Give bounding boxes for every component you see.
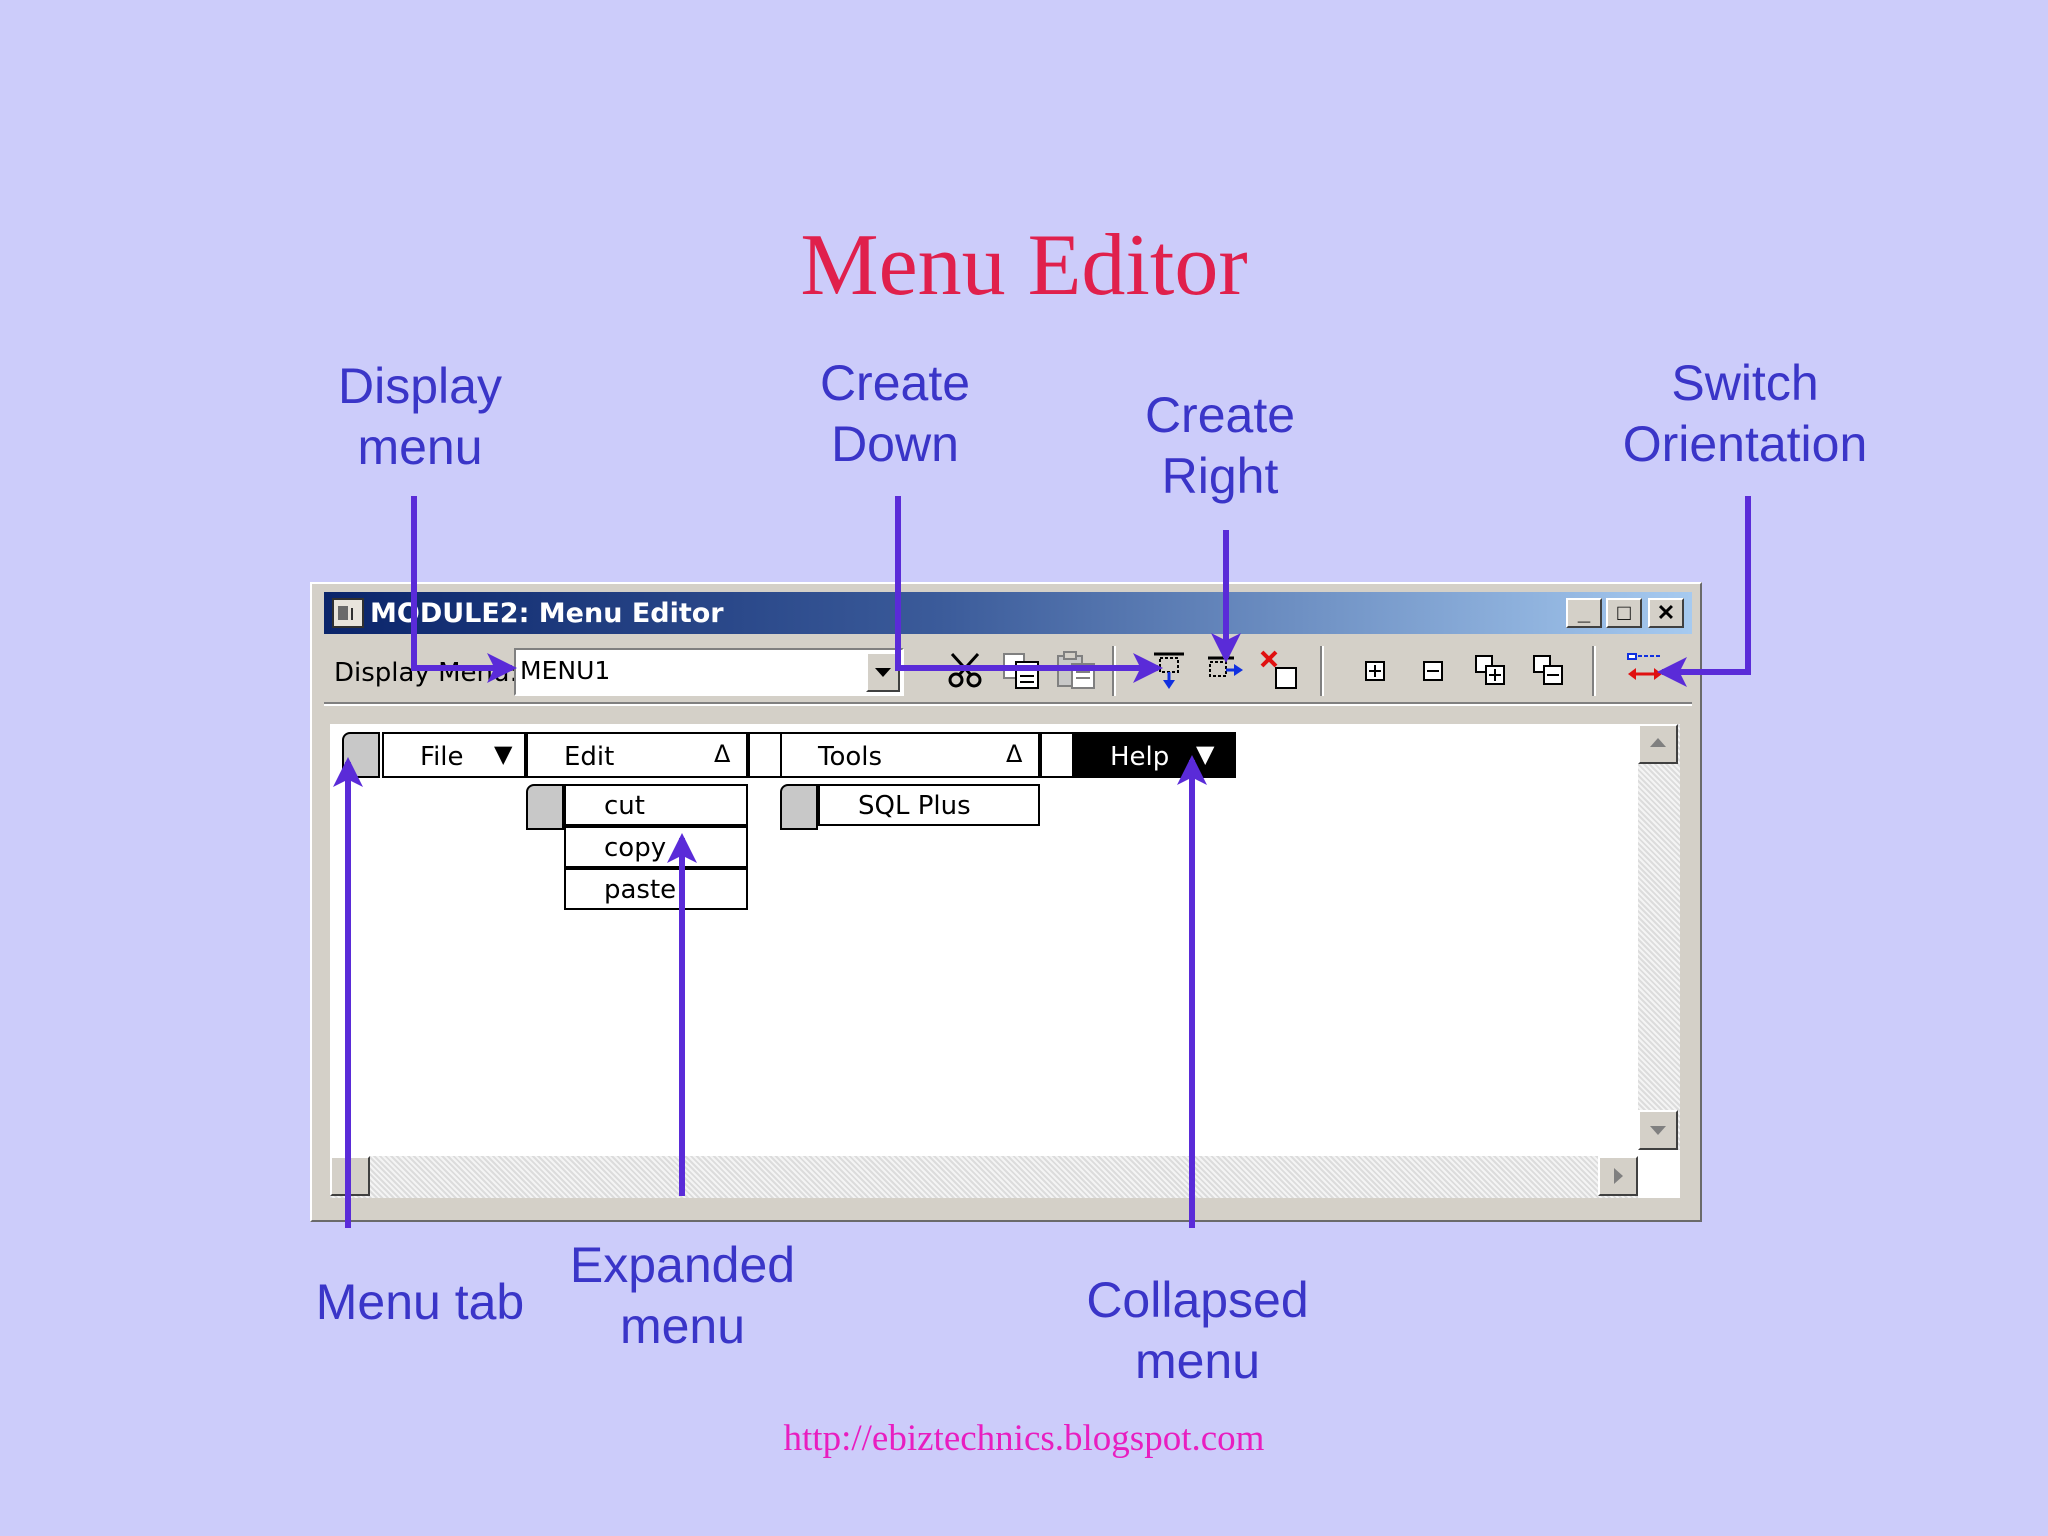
scroll-right-button[interactable]	[1598, 1156, 1638, 1196]
submenu-item-sql-plus[interactable]: SQL Plus	[818, 784, 1040, 826]
menu-item-help[interactable]: Help ▼	[1072, 732, 1236, 778]
vertical-scrollbar[interactable]	[1638, 724, 1680, 1150]
switch-orientation-icon[interactable]	[1624, 648, 1668, 692]
slide-title: Menu Editor	[800, 217, 1248, 314]
callout-menu-tab: Menu tab	[315, 1274, 525, 1330]
menu-item-spacer	[748, 732, 782, 778]
scroll-left-button[interactable]	[330, 1156, 370, 1196]
scroll-up-button[interactable]	[1638, 724, 1678, 764]
close-button[interactable]: ✕	[1648, 598, 1684, 628]
submenu-item-copy[interactable]: copy	[564, 826, 748, 868]
horizontal-scrollbar[interactable]	[330, 1156, 1638, 1198]
submenu-tab-edit[interactable]	[526, 784, 564, 830]
menu-item-tools[interactable]: Tools Δ	[780, 732, 1040, 778]
submenu-item-cut[interactable]: cut	[564, 784, 748, 826]
collapse-all-icon[interactable]	[1528, 648, 1572, 692]
callout-collapsed-menu: Collapsed menu	[1086, 1272, 1309, 1389]
submenu-item-label: paste	[604, 875, 677, 905]
callout-display-menu: Display menu	[338, 358, 502, 475]
menu-item-spacer	[1040, 732, 1074, 778]
delete-icon[interactable]	[1258, 648, 1302, 692]
toolbar: Display Menu: MENU1	[324, 640, 1692, 698]
window-title: MODULE2: Menu Editor	[370, 598, 724, 629]
toolbar-divider	[324, 702, 1692, 706]
expanded-indicator-icon[interactable]: Δ	[1006, 740, 1022, 768]
submenu-tab-tools[interactable]	[780, 784, 818, 830]
toolbar-separator	[1592, 646, 1596, 696]
display-menu-value: MENU1	[520, 656, 611, 685]
menu-item-file[interactable]: File ▼	[382, 732, 526, 778]
toolbar-separator	[1320, 646, 1324, 696]
callout-expanded-menu: Expanded menu	[569, 1237, 796, 1354]
expand-icon[interactable]	[1354, 648, 1398, 692]
display-menu-label: Display Menu:	[334, 658, 519, 688]
maximize-button[interactable]: □	[1606, 598, 1642, 628]
callout-switch-orientation: Switch Orientation	[1622, 355, 1868, 472]
submenu-item-label: SQL Plus	[858, 791, 971, 821]
chevron-down-icon[interactable]	[866, 652, 900, 692]
menu-item-label: Tools	[818, 742, 883, 772]
minimize-button[interactable]: _	[1566, 598, 1602, 628]
copy-icon[interactable]	[1000, 648, 1044, 692]
menu-item-label: Edit	[564, 742, 615, 772]
form-module-icon	[332, 598, 364, 628]
menu-editor-window: MODULE2: Menu Editor _ □ ✕ Display Menu:…	[310, 582, 1702, 1222]
submenu-item-label: cut	[604, 791, 645, 821]
expand-all-icon[interactable]	[1470, 648, 1514, 692]
create-right-icon[interactable]	[1204, 648, 1248, 692]
title-bar[interactable]: MODULE2: Menu Editor _ □ ✕	[324, 592, 1692, 634]
submenu-item-paste[interactable]: paste	[564, 868, 748, 910]
expanded-indicator-icon[interactable]: Δ	[714, 740, 730, 768]
menu-item-label: Help	[1110, 742, 1170, 772]
submenu-item-label: copy	[604, 833, 667, 863]
cut-icon[interactable]	[944, 648, 988, 692]
scroll-down-button[interactable]	[1638, 1110, 1678, 1150]
menu-item-edit[interactable]: Edit Δ	[526, 732, 748, 778]
collapsed-indicator-icon[interactable]: ▼	[494, 740, 512, 768]
paste-icon[interactable]	[1054, 648, 1098, 692]
callout-create-down: Create Down	[819, 355, 971, 472]
footer-url[interactable]: http://ebiztechnics.blogspot.com	[0, 1417, 2048, 1460]
menu-item-label: File	[420, 742, 464, 772]
collapse-icon[interactable]	[1412, 648, 1456, 692]
display-menu-select[interactable]: MENU1	[514, 648, 904, 696]
menu-tab[interactable]	[342, 732, 380, 778]
menu-canvas[interactable]: File ▼ Edit Δ Tools Δ Help ▼ cut copy pa…	[330, 724, 1680, 1198]
collapsed-indicator-icon[interactable]: ▼	[1196, 740, 1214, 768]
toolbar-separator	[1112, 646, 1116, 696]
callout-create-right: Create Right	[1144, 387, 1296, 504]
create-down-icon[interactable]	[1150, 648, 1194, 692]
